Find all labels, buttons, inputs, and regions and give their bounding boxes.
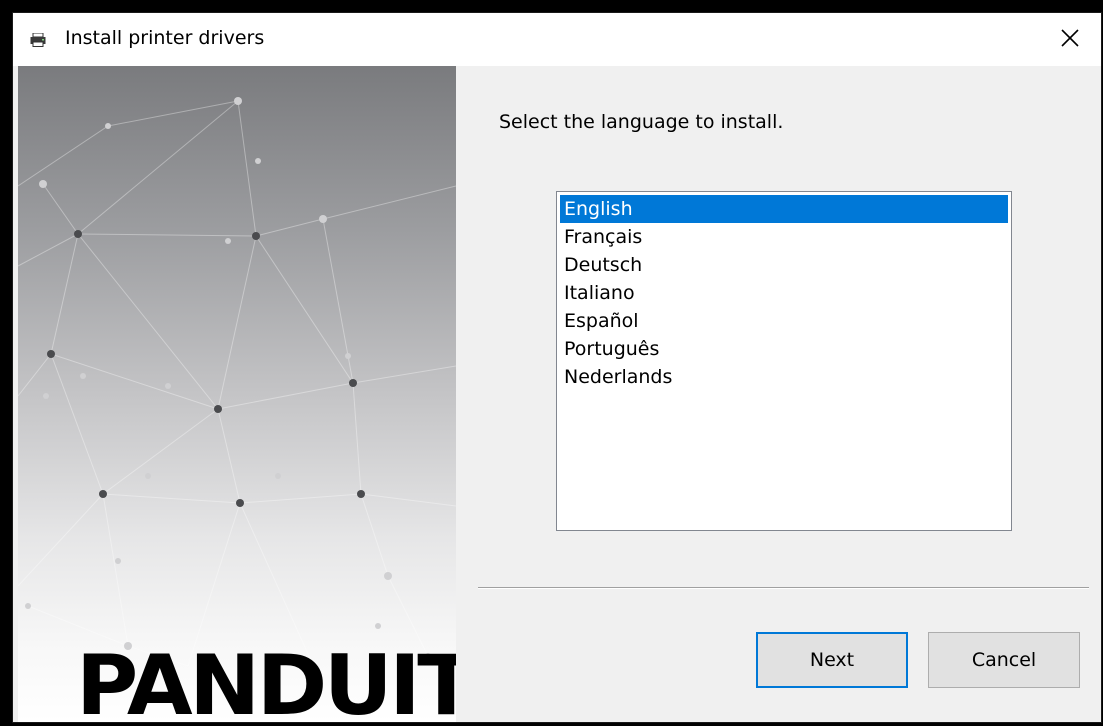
language-option-portugues[interactable]: Português bbox=[560, 335, 1008, 363]
language-option-deutsch[interactable]: Deutsch bbox=[560, 251, 1008, 279]
language-option-italiano[interactable]: Italiano bbox=[560, 279, 1008, 307]
printer-icon bbox=[30, 32, 46, 47]
language-option-english[interactable]: English bbox=[560, 195, 1008, 223]
side-banner: PANDUIT bbox=[18, 66, 456, 722]
cancel-button[interactable]: Cancel bbox=[928, 632, 1080, 688]
language-option-espanol[interactable]: Español bbox=[560, 307, 1008, 335]
language-option-nederlands[interactable]: Nederlands bbox=[560, 363, 1008, 391]
window-title: Install printer drivers bbox=[65, 27, 265, 49]
installer-window: Install printer drivers PANDUIT Select t… bbox=[13, 13, 1101, 722]
language-listbox[interactable]: English Français Deutsch Italiano Españo… bbox=[556, 191, 1012, 531]
network-pattern bbox=[18, 97, 456, 677]
close-icon bbox=[1060, 28, 1080, 52]
next-button[interactable]: Next bbox=[756, 632, 908, 688]
language-prompt: Select the language to install. bbox=[499, 111, 784, 133]
separator-line bbox=[478, 587, 1089, 589]
title-bar[interactable]: Install printer drivers bbox=[13, 13, 1101, 66]
panduit-logo: PANDUIT bbox=[76, 637, 456, 722]
language-option-francais[interactable]: Français bbox=[560, 223, 1008, 251]
close-button[interactable] bbox=[1039, 13, 1101, 66]
